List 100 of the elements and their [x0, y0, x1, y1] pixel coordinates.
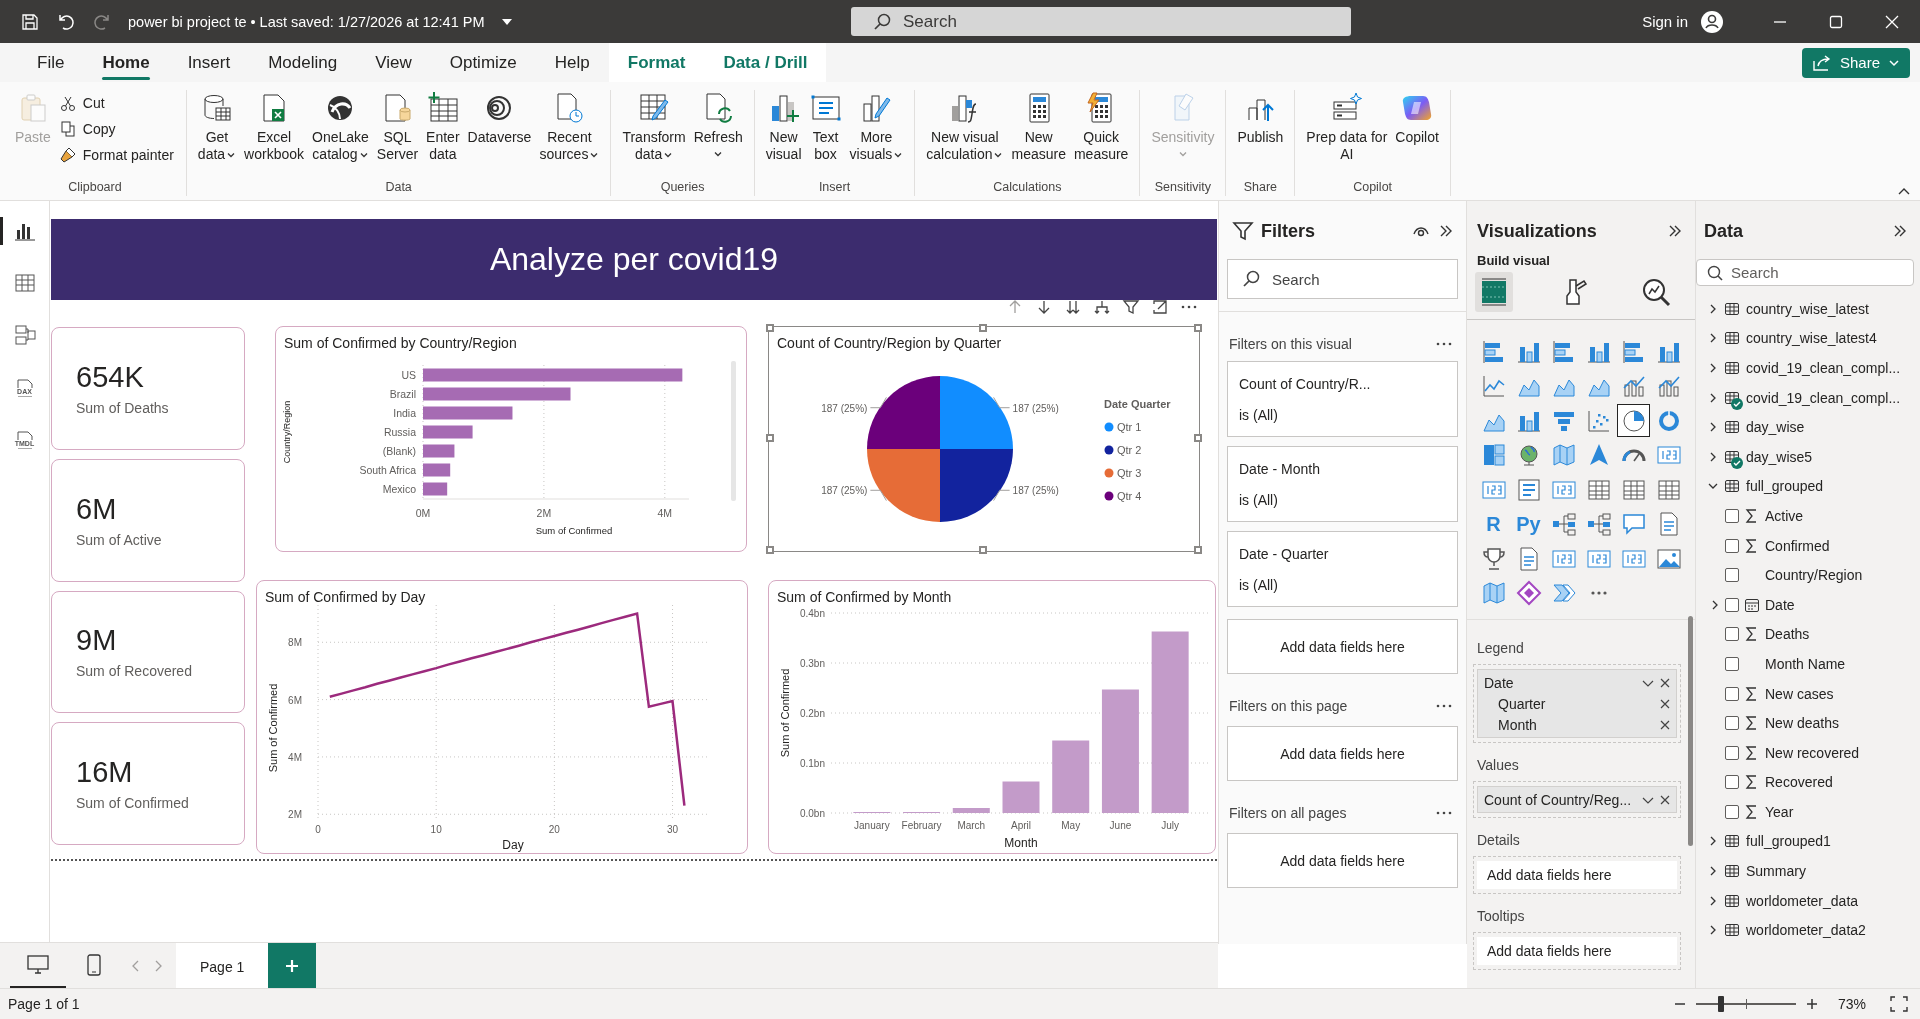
- menu-tab[interactable]: Format: [608, 43, 705, 82]
- search-field[interactable]: Search: [1227, 259, 1458, 299]
- menu-tab[interactable]: Insert: [168, 43, 250, 82]
- remove-icon[interactable]: [1660, 677, 1670, 688]
- prep-data-button[interactable]: Prep data for AI: [1303, 90, 1391, 180]
- table-name[interactable]: covid_19_clean_compl...: [1746, 389, 1901, 406]
- resize-handle[interactable]: [1194, 324, 1202, 332]
- fork-arrow-icon[interactable]: [1094, 299, 1110, 315]
- visual-frame[interactable]: Sum of Confirmed by Country/Region 0M 2M 4M US Brazil India Russia (Blank) South Africa Mexico Sum of Confirmed Country/Region: [275, 326, 747, 552]
- more-visuals-button[interactable]: More visuals: [846, 90, 907, 180]
- dataverse-button[interactable]: Dataverse: [464, 90, 535, 180]
- table-name[interactable]: full_grouped: [1746, 478, 1824, 495]
- more-icon[interactable]: [1436, 342, 1452, 346]
- drop-zone[interactable]: Add data fields here: [1227, 619, 1458, 674]
- more-icon[interactable]: [1436, 811, 1452, 815]
- new-measure-button[interactable]: New measure: [1008, 90, 1069, 180]
- chevron-right-icon[interactable]: [1708, 836, 1718, 847]
- refresh-button[interactable]: Refresh: [690, 90, 746, 180]
- remove-icon[interactable]: [1660, 794, 1670, 805]
- table-name[interactable]: country_wise_latest: [1746, 300, 1869, 317]
- checkbox[interactable]: [1725, 568, 1739, 583]
- checkbox[interactable]: [1725, 597, 1739, 612]
- publish-button[interactable]: Publish: [1234, 90, 1287, 180]
- enter-data-button[interactable]: Enter data: [423, 90, 463, 180]
- chevron-right-icon[interactable]: [1708, 451, 1718, 462]
- save-icon[interactable]: [20, 11, 40, 32]
- field-name[interactable]: Deaths: [1765, 626, 1810, 643]
- checkbox[interactable]: [1725, 627, 1739, 642]
- slider-thumb[interactable]: [1717, 996, 1724, 1012]
- resize-handle[interactable]: [1194, 546, 1202, 554]
- drop-zone[interactable]: Add data fields here: [1227, 726, 1458, 781]
- field-chip[interactable]: Date Quarter Month: [1477, 669, 1677, 738]
- remove-icon[interactable]: [1660, 719, 1670, 730]
- recent-button[interactable]: Recent sources: [536, 90, 603, 180]
- excel-button[interactable]: Excel workbook: [241, 90, 308, 180]
- chevron-right-icon[interactable]: [1708, 895, 1718, 906]
- table-name[interactable]: worldometer_data2: [1746, 922, 1866, 939]
- resize-handle[interactable]: [1194, 434, 1202, 442]
- visual-frame[interactable]: Sum of Confirmed by Month 0.4bn 0.3bn 0.2bn 0.1bn 0.0bn January February March April May June July Month Sum of Confirmed: [768, 580, 1216, 854]
- add-page-button[interactable]: [268, 943, 317, 988]
- collapse-pane-icon[interactable]: [1892, 223, 1908, 239]
- resize-handle[interactable]: [766, 434, 774, 442]
- field-chip[interactable]: Count of Country/Reg...: [1477, 786, 1677, 813]
- checkbox[interactable]: [1725, 656, 1739, 671]
- resize-handle[interactable]: [979, 324, 987, 332]
- chevron-right-icon[interactable]: [1708, 866, 1718, 877]
- drop-zone[interactable]: Add data fields here: [1477, 937, 1677, 965]
- search-field[interactable]: Search: [1696, 259, 1914, 286]
- page-tab[interactable]: Page 1: [176, 943, 269, 988]
- menu-tab[interactable]: Data / Drill: [704, 43, 827, 82]
- menu-tab[interactable]: Help: [535, 43, 609, 82]
- more-icon[interactable]: [1436, 704, 1452, 708]
- checkbox[interactable]: [1725, 508, 1739, 523]
- arrow-up-icon[interactable]: [1007, 299, 1023, 315]
- chevron-right-icon[interactable]: [1708, 925, 1718, 936]
- filter-icon[interactable]: [1123, 299, 1139, 315]
- filter-card[interactable]: Count of Country/R... is (All): [1227, 361, 1458, 437]
- copilot-button[interactable]: Copilot: [1392, 90, 1442, 180]
- get-data-button[interactable]: Get data: [194, 90, 240, 180]
- scrollbar[interactable]: [731, 361, 736, 501]
- field-name[interactable]: New deaths: [1765, 715, 1839, 732]
- checkbox[interactable]: [1725, 538, 1739, 553]
- field-name[interactable]: Country/Region: [1765, 567, 1863, 584]
- transform-button[interactable]: Transform data: [619, 90, 689, 180]
- visual-type-button[interactable]: [1617, 404, 1650, 437]
- field-name[interactable]: Recovered: [1765, 774, 1833, 791]
- onelake-button[interactable]: OneLake catalog: [309, 90, 372, 180]
- table-name[interactable]: day_wise: [1746, 419, 1805, 436]
- resize-handle[interactable]: [766, 546, 774, 554]
- resize-handle[interactable]: [766, 324, 774, 332]
- share-button[interactable]: Share: [1801, 47, 1910, 78]
- text-box-button[interactable]: Text box: [806, 90, 845, 180]
- menu-tab[interactable]: View: [356, 43, 431, 82]
- collapse-pane-icon[interactable]: [1438, 223, 1454, 239]
- chevron-right-icon[interactable]: [1710, 599, 1720, 610]
- scrollbar[interactable]: [1688, 616, 1693, 846]
- build-visual-tab[interactable]: [1475, 272, 1513, 312]
- checkbox[interactable]: [1725, 716, 1739, 731]
- resize-handle[interactable]: [979, 546, 987, 554]
- table-name[interactable]: day_wise5: [1746, 448, 1813, 465]
- zoom-in-icon[interactable]: [1805, 998, 1818, 1010]
- drop-zone[interactable]: Add data fields here: [1227, 833, 1458, 888]
- sign-in-link[interactable]: Sign in: [1642, 13, 1688, 30]
- field-name[interactable]: New recovered: [1765, 744, 1860, 761]
- field-name[interactable]: Date: [1765, 596, 1795, 613]
- table-name[interactable]: Summary: [1746, 863, 1806, 880]
- focus-mode-icon[interactable]: [1152, 299, 1168, 315]
- table-name[interactable]: full_grouped1: [1746, 833, 1831, 850]
- menu-tab[interactable]: File: [18, 43, 84, 82]
- menu-tab[interactable]: Modeling: [249, 43, 357, 82]
- filter-card[interactable]: Date - Month is (All): [1227, 446, 1458, 522]
- chevron-right-icon[interactable]: [1708, 363, 1718, 373]
- field-name[interactable]: Active: [1765, 507, 1804, 524]
- quick-measure-button[interactable]: Quick measure: [1070, 90, 1132, 180]
- table-name[interactable]: country_wise_latest4: [1746, 330, 1877, 347]
- drop-zone[interactable]: Add data fields here: [1477, 861, 1677, 889]
- maximize-icon[interactable]: [1828, 13, 1844, 30]
- close-icon[interactable]: [1884, 13, 1900, 30]
- double-arrow-down-icon[interactable]: [1065, 299, 1081, 315]
- chevron-right-icon[interactable]: [1708, 303, 1718, 314]
